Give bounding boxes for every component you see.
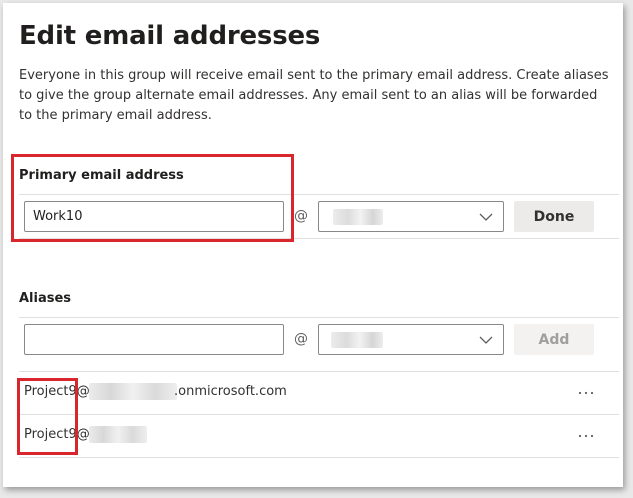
alias-more-options-button[interactable] <box>573 382 599 402</box>
primary-bottom-divider <box>19 238 619 239</box>
alias-prefix: Project9@ <box>24 427 90 442</box>
add-button[interactable]: Add <box>514 324 594 355</box>
alias-prefix: Project9@ <box>24 384 90 399</box>
primary-divider <box>19 194 619 195</box>
alias-suffix: .onmicrosoft.com <box>174 384 287 399</box>
alias-at-symbol: @ <box>294 331 308 347</box>
chevron-down-icon <box>479 213 493 221</box>
redacted-alias-domain <box>89 383 177 400</box>
dialog-title: Edit email addresses <box>19 21 321 51</box>
primary-domain-select[interactable] <box>318 201 504 232</box>
primary-email-input[interactable] <box>24 201 284 232</box>
more-options-icon <box>578 434 594 438</box>
alias-input[interactable] <box>24 324 284 355</box>
alias-list-item: Project9@ <box>19 415 619 458</box>
done-button[interactable]: Done <box>514 201 594 232</box>
chevron-down-icon <box>479 336 493 344</box>
aliases-divider <box>19 317 619 318</box>
edit-email-dialog: Edit email addresses Everyone in this gr… <box>3 3 623 487</box>
more-options-icon <box>578 391 594 395</box>
redacted-domain <box>333 209 383 225</box>
alias-list-item: Project9@ .onmicrosoft.com <box>19 372 619 415</box>
alias-domain-select[interactable] <box>318 324 504 355</box>
alias-more-options-button[interactable] <box>573 425 599 445</box>
redacted-domain <box>331 332 383 348</box>
aliases-label: Aliases <box>19 291 72 306</box>
primary-email-label: Primary email address <box>19 168 184 183</box>
primary-at-symbol: @ <box>294 208 308 224</box>
dialog-description: Everyone in this group will receive emai… <box>19 68 609 123</box>
redacted-alias-domain <box>89 426 147 443</box>
